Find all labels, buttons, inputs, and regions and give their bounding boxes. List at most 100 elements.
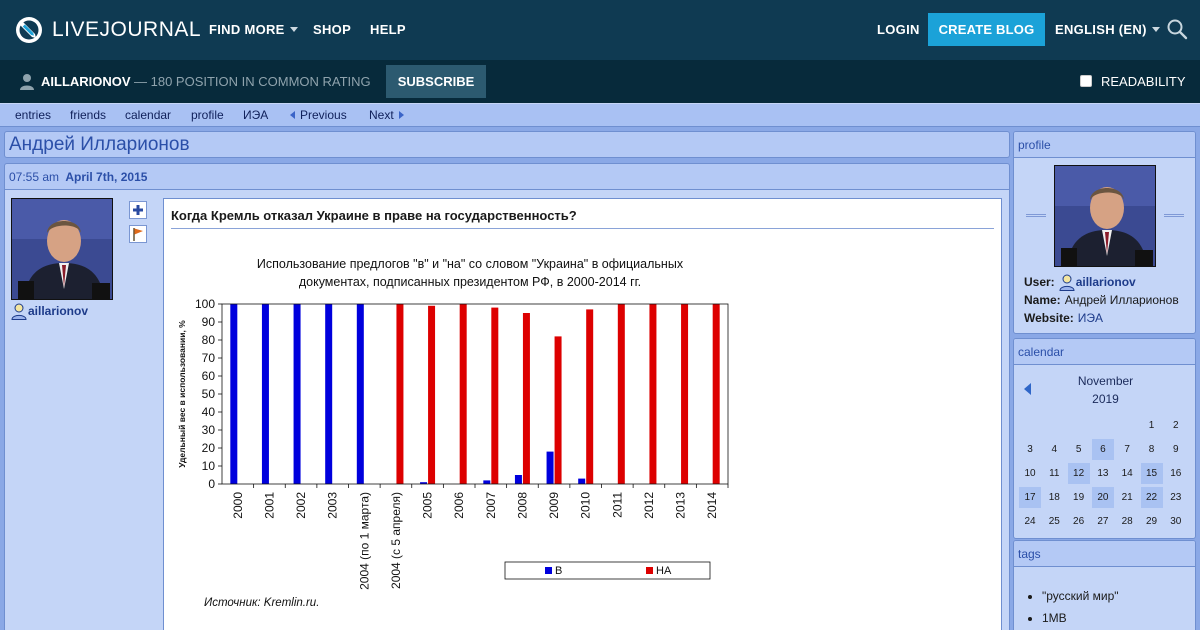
- entry-header: 07:55 am April 7th, 2015: [4, 163, 1010, 190]
- nav-help-label: HELP: [370, 22, 406, 37]
- entry-date[interactable]: April 7th, 2015: [65, 170, 147, 184]
- nav-previous[interactable]: Previous: [290, 104, 347, 126]
- language-selector[interactable]: ENGLISH (EN): [1055, 0, 1160, 60]
- legend-swatch-v: [545, 567, 552, 574]
- nav-help[interactable]: HELP: [370, 0, 406, 60]
- calendar-day[interactable]: 20: [1091, 487, 1114, 508]
- nav-shop-label: SHOP: [313, 22, 352, 37]
- bar-na: [617, 304, 625, 484]
- x-tick-label: 2007: [484, 492, 498, 519]
- legend-swatch-na: [646, 567, 653, 574]
- tags-panel-head[interactable]: tags: [1014, 541, 1195, 567]
- divider: [1164, 214, 1184, 217]
- chart-title-line-1: Использование предлогов "в" и "на" со сл…: [257, 257, 684, 271]
- entry-author-name: aillarionov: [28, 304, 89, 318]
- profile-name-value: Андрей Илларионов: [1064, 293, 1179, 307]
- calendar-panel-head[interactable]: calendar: [1014, 339, 1195, 365]
- x-tick-label: 2013: [674, 492, 688, 519]
- calendar-day: 14: [1121, 468, 1133, 479]
- calendar-day[interactable]: 12: [1067, 463, 1090, 484]
- subscribe-button[interactable]: SUBSCRIBE: [386, 65, 486, 98]
- nav-friends[interactable]: friends: [70, 104, 106, 126]
- profile-website-link[interactable]: ИЭА: [1078, 309, 1103, 327]
- livejournal-logo[interactable]: LIVEJOURNAL: [14, 14, 201, 46]
- y-tick-label: 40: [202, 405, 216, 419]
- nav-iea[interactable]: ИЭА: [243, 104, 268, 126]
- entry-time: 07:55 am: [9, 170, 60, 184]
- y-tick-label: 100: [195, 297, 215, 311]
- calendar-day: 13: [1097, 468, 1109, 479]
- nav-shop[interactable]: SHOP: [313, 0, 351, 60]
- logo-text: LIVEJOURNAL: [52, 18, 202, 41]
- calendar-day: 1: [1148, 420, 1155, 431]
- profile-user-link[interactable]: aillarionov: [1076, 273, 1136, 291]
- calendar-day: 29: [1145, 516, 1158, 527]
- bar-na: [428, 305, 436, 484]
- bar-chart: Использование предлогов "в" и "на" со сл…: [177, 257, 729, 609]
- livejournal-logo-icon: [16, 17, 42, 43]
- nav-entries[interactable]: entries: [15, 104, 51, 126]
- readability-label[interactable]: READABILITY: [1101, 60, 1186, 103]
- journal-username[interactable]: AILLARIONOV: [41, 60, 131, 103]
- y-tick-label: 30: [202, 423, 216, 437]
- profile-userpic[interactable]: [1054, 165, 1156, 267]
- entry-userpic[interactable]: [11, 198, 113, 300]
- post-subject[interactable]: Когда Кремль отказал Украине в праве на …: [171, 203, 994, 229]
- x-tick-label: 2004 (с 5 апреля): [389, 492, 403, 589]
- y-tick-label: 20: [202, 441, 216, 455]
- calendar-day: 27: [1097, 516, 1109, 527]
- search-icon[interactable]: [1166, 18, 1188, 40]
- calendar-day: 16: [1170, 468, 1182, 479]
- login-link[interactable]: LOGIN: [877, 0, 920, 60]
- y-tick-label: 50: [202, 387, 216, 401]
- create-blog-button[interactable]: CREATE BLOG: [928, 13, 1045, 46]
- bar-na: [649, 304, 657, 484]
- nav-next[interactable]: Next: [369, 104, 404, 126]
- calendar-day: 3: [1027, 444, 1033, 455]
- x-tick-label: 2002: [294, 492, 308, 519]
- profile-userpic-image: [1055, 166, 1155, 266]
- readability-checkbox[interactable]: [1080, 75, 1092, 87]
- calendar-day[interactable]: 22: [1140, 487, 1163, 508]
- x-tick-label: 2006: [452, 492, 466, 519]
- calendar-day: 8: [1148, 444, 1155, 455]
- profile-panel-head[interactable]: profile: [1014, 132, 1195, 158]
- y-tick-label: 10: [202, 459, 216, 473]
- chevron-down-icon: [1151, 27, 1160, 32]
- legend-label-na: НА: [656, 565, 672, 577]
- calendar-month[interactable]: November: [1014, 374, 1195, 388]
- user-icon: [11, 303, 27, 320]
- calendar-year[interactable]: 2019: [1014, 392, 1195, 406]
- bar-v: [325, 304, 333, 484]
- calendar-day: 18: [1048, 492, 1060, 503]
- bar-v: [293, 304, 301, 484]
- x-tick-label: 2004 (по 1 марта): [357, 492, 371, 590]
- add-memory-icon[interactable]: [129, 201, 147, 219]
- x-tick-label: 2009: [547, 492, 561, 519]
- nav-find-more-label: FIND MORE: [209, 22, 285, 37]
- calendar-day[interactable]: 17: [1019, 487, 1041, 508]
- tag-item[interactable]: "русский мир": [1042, 585, 1119, 607]
- calendar-day[interactable]: 6: [1091, 439, 1114, 460]
- x-tick-label: 2001: [262, 492, 276, 519]
- arrow-right-icon: [398, 111, 404, 119]
- nav-profile[interactable]: profile: [191, 104, 224, 126]
- bar-v: [261, 304, 269, 484]
- tag-item[interactable]: 1MB: [1042, 607, 1119, 629]
- bar-na: [712, 304, 720, 484]
- bar-v: [546, 451, 554, 484]
- bar-v: [356, 304, 364, 484]
- nav-calendar[interactable]: calendar: [125, 104, 171, 126]
- top-navbar: LIVEJOURNAL FIND MORE SHOP HELP LOGIN CR…: [0, 0, 1200, 60]
- bar-na: [396, 304, 404, 484]
- entry-author[interactable]: aillarionov: [11, 302, 88, 320]
- bar-v: [578, 478, 586, 484]
- nav-find-more[interactable]: FIND MORE: [209, 0, 298, 60]
- bar-na: [554, 336, 562, 484]
- bar-v: [514, 475, 522, 484]
- x-tick-label: 2012: [642, 492, 656, 519]
- calendar-day[interactable]: 15: [1140, 463, 1163, 484]
- flag-icon[interactable]: [129, 225, 147, 243]
- y-axis-label: Удельный вес в использовании, %: [177, 320, 187, 468]
- user-icon: [1059, 274, 1075, 291]
